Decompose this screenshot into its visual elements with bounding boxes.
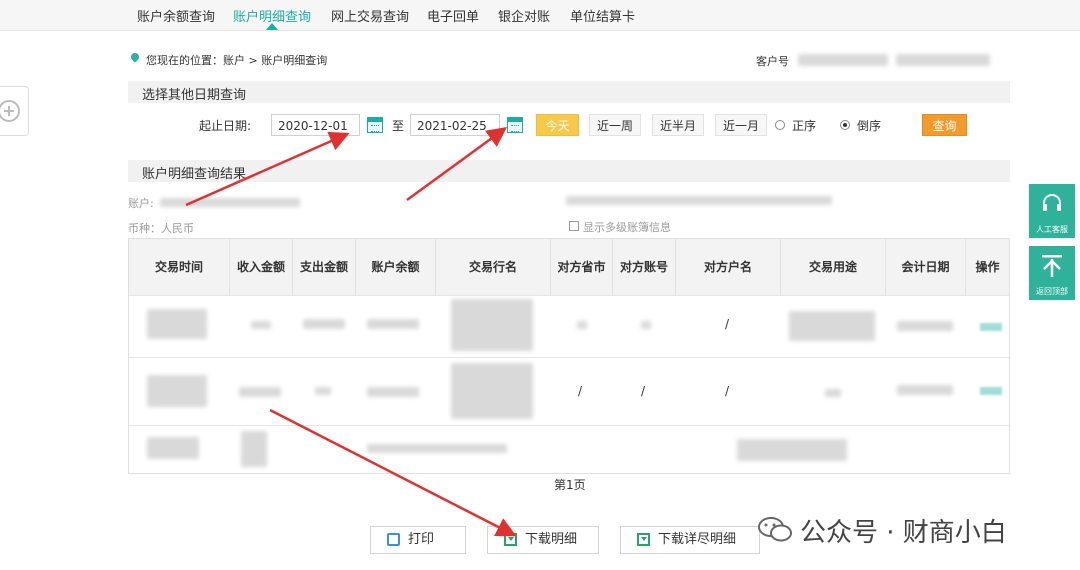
arrow-to-start-date — [185, 131, 350, 207]
annotation-arrows — [185, 127, 517, 537]
arrow-to-download — [269, 408, 517, 537]
arrow-to-end-date — [406, 127, 508, 202]
